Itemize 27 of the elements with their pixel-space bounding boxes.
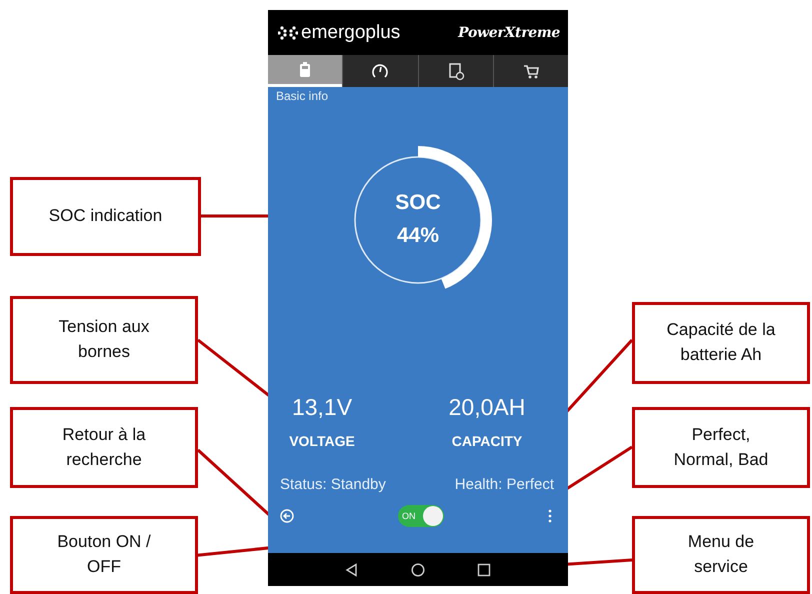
callout-text: Retour à la recherche <box>62 424 146 470</box>
health-text: Health: Perfect <box>454 476 554 493</box>
callout-text: SOC indication <box>48 205 162 228</box>
reading-value: 13,1V <box>290 394 354 421</box>
callout-text: Tension aux bornes <box>58 316 150 363</box>
logo-icon <box>278 24 298 40</box>
soc-value: 44% <box>396 223 440 249</box>
recents-button[interactable] <box>477 562 491 576</box>
soc-label: SOC <box>395 190 441 216</box>
callout-text: Capacité de la batterie Ah <box>666 319 776 366</box>
callout-text: Menu de service <box>688 531 754 578</box>
callout-text: Perfect, Normal, Bad <box>674 424 768 470</box>
home-button[interactable] <box>411 562 425 576</box>
reading-label: VOLTAGE <box>288 433 356 449</box>
section-title: Basic info <box>275 88 330 105</box>
more-menu-icon[interactable] <box>548 509 552 523</box>
reading-label: CAPACITY <box>450 433 524 449</box>
document-icon <box>446 62 465 80</box>
status-text: Status: Standby <box>280 476 386 493</box>
product-logo: PowerXtreme <box>458 24 560 40</box>
power-toggle[interactable]: ON <box>398 505 444 527</box>
gauge-icon <box>371 62 390 80</box>
callout-text: Bouton ON / OFF <box>57 531 151 578</box>
reading-value: 20,0AH <box>448 394 526 421</box>
brand-name: emergoplus <box>301 22 400 44</box>
back-icon[interactable] <box>280 509 294 523</box>
back-button[interactable] <box>345 562 359 576</box>
